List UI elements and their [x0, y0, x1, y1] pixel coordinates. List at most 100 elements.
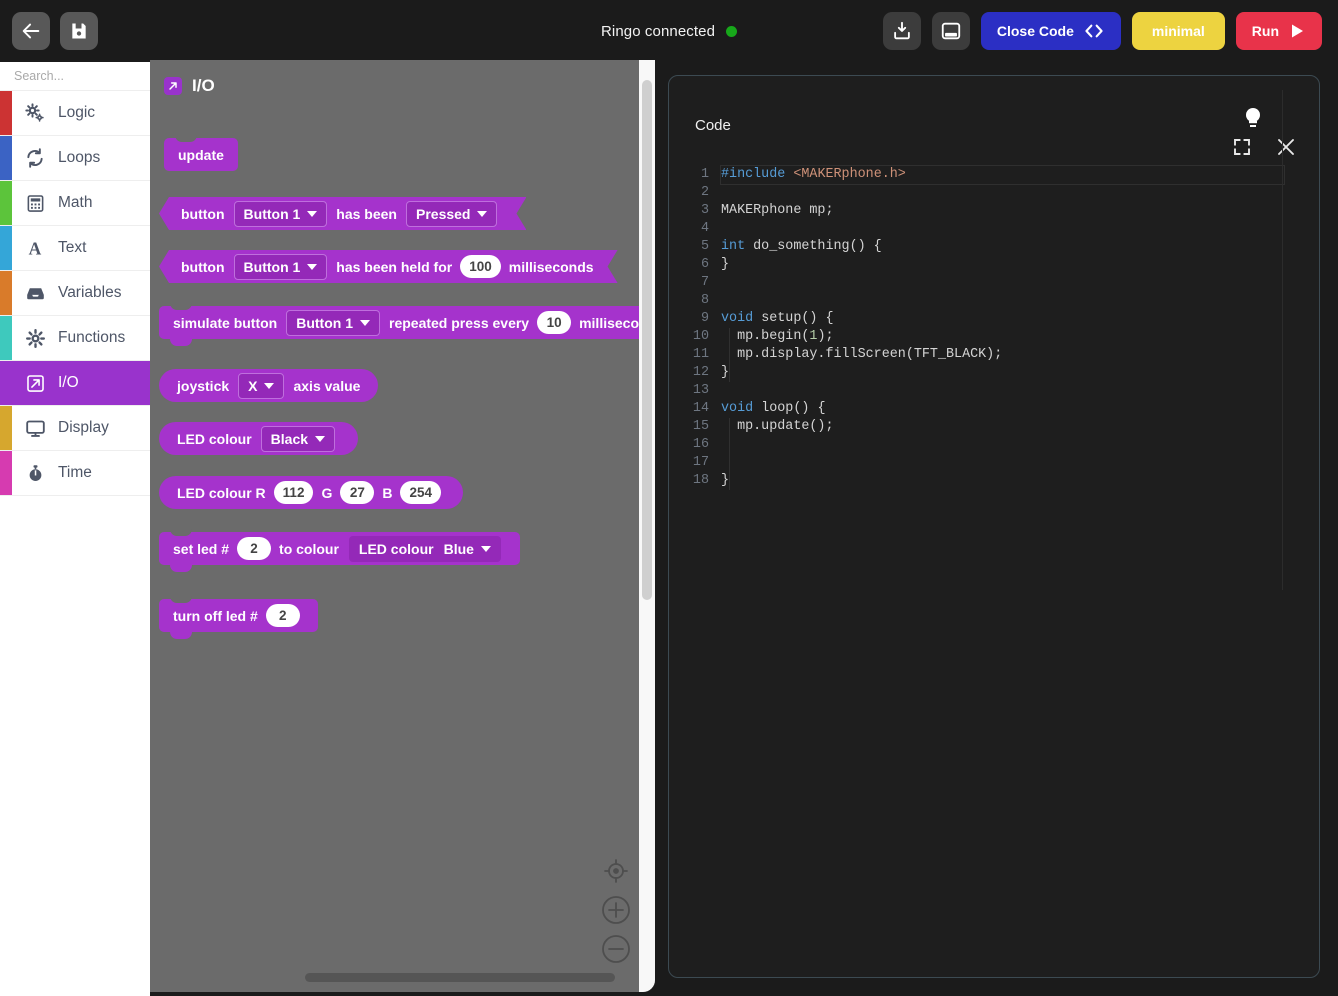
block-label: LED colour [177, 430, 252, 447]
chevron-down-icon [315, 435, 326, 442]
block-dropdown[interactable]: Button 1 [234, 254, 328, 280]
sidebar-item-math[interactable]: Math [0, 181, 150, 226]
close-code-panel-button[interactable] [1275, 136, 1297, 158]
code-editor[interactable]: 1 #include <MAKERphone.h> 2 3 MAKERphone mp… [669, 165, 1319, 977]
code-line[interactable]: 2 [669, 184, 1319, 202]
code-line[interactable]: 3 MAKERphone mp; [669, 202, 1319, 220]
play-icon [1292, 24, 1303, 38]
back-button[interactable] [12, 12, 50, 50]
block-dropdown[interactable]: Blue [438, 541, 491, 557]
sidebar-item-label: Math [58, 194, 93, 211]
block-dropdown-value: Button 1 [243, 258, 301, 275]
block-label: button [181, 205, 225, 222]
flyout-vertical-scrollbar[interactable] [639, 60, 655, 992]
block-number-field[interactable]: 100 [460, 255, 501, 278]
block-4[interactable]: joystick Xaxis value [159, 369, 379, 402]
code-line-number: 17 [692, 455, 709, 470]
code-line[interactable]: 17 [669, 454, 1319, 472]
flyout-vertical-scroll-thumb[interactable] [642, 80, 652, 600]
code-line[interactable]: 15 mp.update(); [669, 418, 1319, 436]
code-line[interactable]: 18} [669, 472, 1319, 490]
block-number-field[interactable]: 27 [340, 481, 375, 504]
lightbulb-icon [1246, 108, 1260, 127]
code-panel-title: Code [695, 117, 731, 134]
hint-button[interactable] [1243, 106, 1263, 137]
save-button[interactable] [60, 12, 98, 50]
sidebar-item-loops[interactable]: Loops [0, 136, 150, 181]
block-dropdown[interactable]: Button 1 [234, 201, 328, 227]
arrow-left-icon [22, 23, 40, 39]
sidebar-item-time[interactable]: Time [0, 451, 150, 496]
block-3[interactable]: simulate button Button 1 repeated press ev… [159, 303, 655, 346]
block-inner-reporter[interactable]: LED colour [359, 541, 434, 557]
code-line[interactable]: 10 mp.begin(1); [669, 328, 1319, 346]
code-line[interactable]: 5 int do_something() { [669, 238, 1319, 256]
code-line[interactable]: 1 #include <MAKERphone.h> [669, 165, 1319, 185]
sidebar-item-text[interactable]: A Text [0, 226, 150, 271]
block-dropdown-value: X [248, 377, 258, 394]
code-line-number: 10 [692, 329, 709, 344]
block-6[interactable]: LED colour R 112 G 27 B 254 [159, 476, 463, 509]
block-2[interactable]: button Button 1 has been held for 100 millis… [159, 250, 618, 283]
zoom-in-button[interactable] [601, 895, 631, 925]
zoom-out-button[interactable] [601, 934, 631, 964]
expand-code-button[interactable] [1231, 136, 1253, 158]
block-1[interactable]: button Button 1 has been Pressed [159, 197, 526, 230]
block-number-field[interactable]: 10 [537, 311, 572, 334]
block-label: set led # [173, 540, 230, 557]
code-line-content [721, 184, 1319, 202]
block-number-field[interactable]: 2 [265, 604, 300, 627]
search-input[interactable] [14, 69, 150, 83]
code-line-content: MAKERphone mp; [721, 203, 834, 218]
block-dropdown-value: Pressed [416, 205, 471, 222]
code-line[interactable]: 12} [669, 364, 1319, 382]
sidebar-item-i-o[interactable]: I/O [0, 361, 150, 406]
io-arrow-icon [164, 77, 182, 95]
inbox-icon [20, 283, 50, 304]
code-line[interactable]: 9 void setup() { [669, 310, 1319, 328]
block-dropdown[interactable]: X [238, 372, 285, 399]
code-line[interactable]: 4 [669, 220, 1319, 238]
block-5[interactable]: LED colour Black [159, 422, 359, 455]
block-label: has been held for [336, 258, 453, 275]
code-ruler-line [1282, 90, 1283, 590]
block-0[interactable]: update [164, 135, 238, 171]
run-button[interactable]: Run [1235, 12, 1322, 50]
code-line[interactable]: 6} [669, 256, 1319, 274]
sidebar-item-label: Loops [58, 149, 101, 166]
code-line[interactable]: 14 void loop() { [669, 400, 1319, 418]
download-button[interactable] [882, 12, 921, 50]
block-dropdown[interactable]: Button 1 [286, 309, 380, 336]
code-line-number: 9 [700, 311, 709, 326]
block-number-field[interactable]: 254 [400, 481, 441, 504]
block-inner-block[interactable]: LED colour Blue [348, 535, 501, 562]
chevron-down-icon [477, 211, 487, 217]
block-number-field[interactable]: 112 [273, 481, 314, 504]
center-workspace-button[interactable] [601, 856, 631, 886]
close-code-button[interactable]: Close Code [980, 12, 1121, 50]
code-line[interactable]: 16 [669, 436, 1319, 454]
code-line-number: 7 [700, 275, 709, 290]
code-line[interactable]: 13 [669, 382, 1319, 400]
block-dropdown[interactable]: Pressed [406, 201, 497, 227]
block-8[interactable]: turn off led # 2 [159, 596, 318, 639]
block-number-field[interactable]: 2 [237, 537, 272, 560]
sidebar-item-logic[interactable]: Logic [0, 91, 150, 136]
block-label: LED colour R [177, 484, 266, 501]
code-line[interactable]: 8 [669, 292, 1319, 310]
code-line-content [721, 436, 1319, 454]
block-7[interactable]: set led # 2 to colour LED colour Blue [159, 529, 520, 572]
fullscreen-icon [1234, 139, 1250, 155]
save-icon [72, 23, 86, 39]
panel-toggle-button[interactable] [931, 12, 970, 50]
code-line[interactable]: 11 mp.display.fillScreen(TFT_BLACK); [669, 346, 1319, 364]
sidebar-item-display[interactable]: Display [0, 406, 150, 451]
code-line[interactable]: 7 [669, 274, 1319, 292]
flyout-horizontal-scroll-thumb[interactable] [305, 973, 615, 982]
sidebar-item-functions[interactable]: Functions [0, 316, 150, 361]
sidebar-item-variables[interactable]: Variables [0, 271, 150, 316]
block-dropdown[interactable]: Black [260, 425, 336, 452]
minimal-button[interactable]: minimal [1131, 12, 1225, 50]
sidebar-item-color-stripe [0, 226, 12, 270]
stopwatch-icon [20, 464, 50, 483]
